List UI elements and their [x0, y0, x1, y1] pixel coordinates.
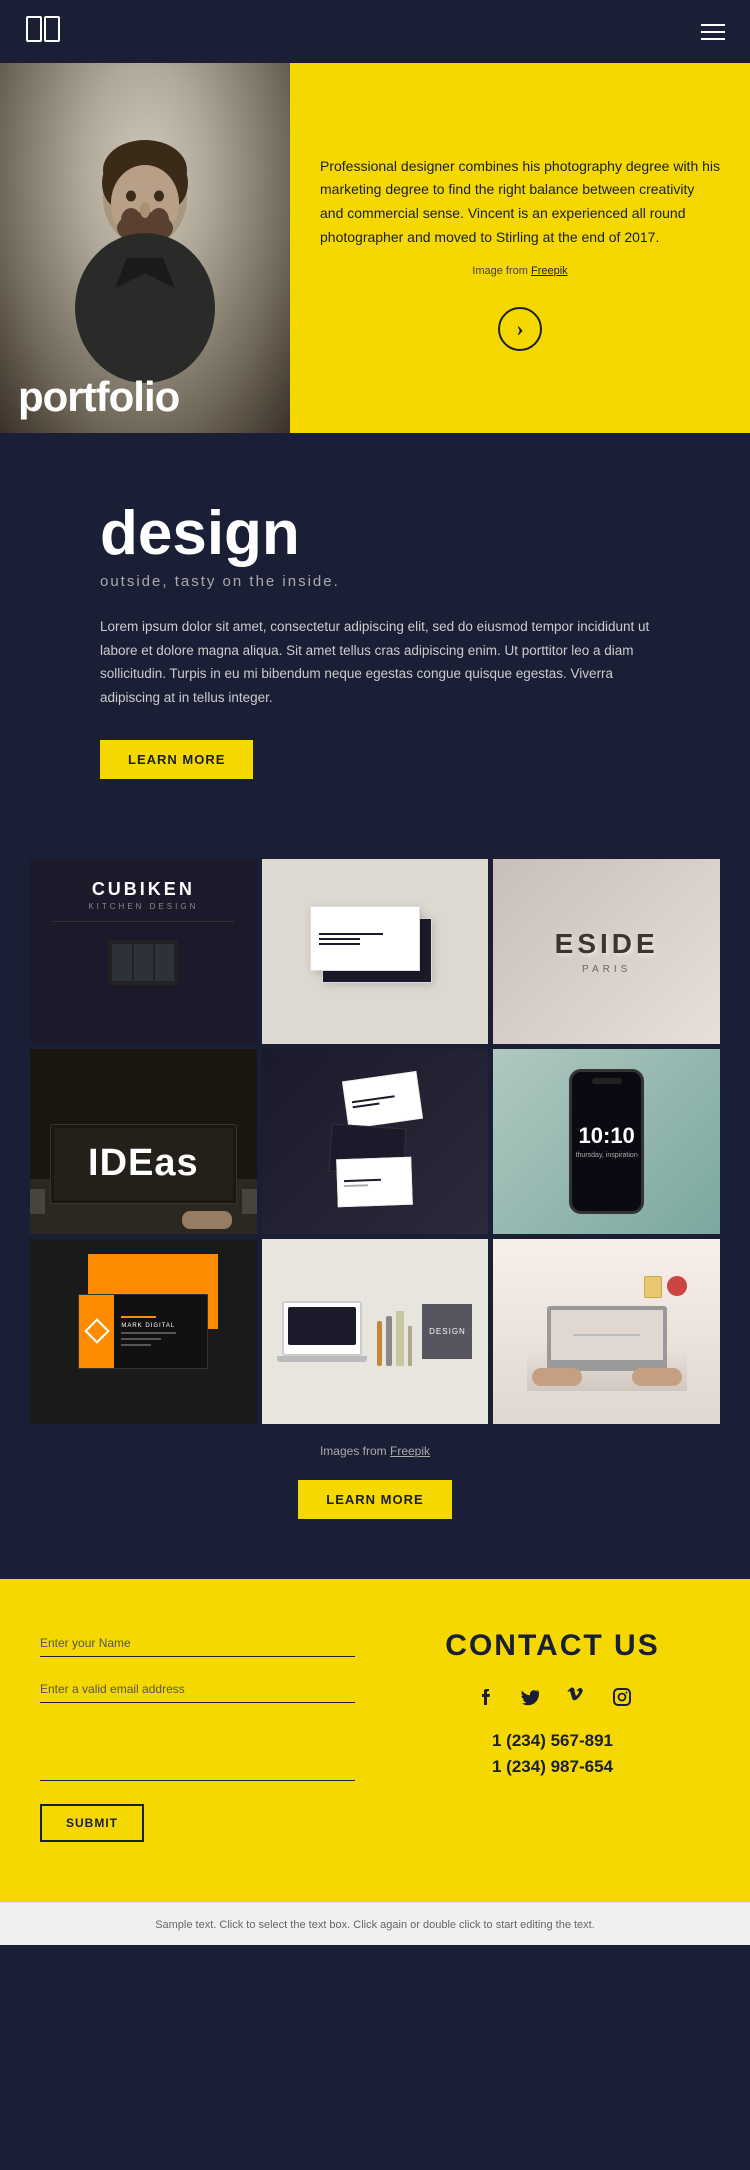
- grid-container: CUBIKEN KITCHEN DESIGN: [30, 859, 720, 1424]
- email-input[interactable]: [40, 1675, 355, 1703]
- grid-item-bc-orange[interactable]: MARK DIGITAL: [30, 1239, 257, 1424]
- portfolio-label: portfolio: [18, 373, 179, 420]
- design-subtitle: outside, tasty on the inside.: [100, 573, 650, 590]
- grid-item-business-cards-dark[interactable]: [262, 1049, 489, 1234]
- grid-item-cubiken[interactable]: CUBIKEN KITCHEN DESIGN: [30, 859, 257, 1044]
- cubiken-subtitle: KITCHEN DESIGN: [88, 902, 198, 911]
- social-icons: [470, 1683, 636, 1711]
- contact-section: SUBMIT CONTACT US 1 (234) 567-891 1 (234…: [0, 1579, 750, 1902]
- image-credit: Image from Freepik: [320, 262, 720, 281]
- design-section: design outside, tasty on the inside. Lor…: [0, 433, 750, 839]
- facebook-icon[interactable]: [470, 1683, 498, 1711]
- grid-image-credit: Images from Freepik: [320, 1444, 430, 1458]
- phone-numbers: 1 (234) 567-891 1 (234) 987-654: [492, 1731, 613, 1777]
- name-field: [40, 1629, 355, 1657]
- email-field: [40, 1675, 355, 1703]
- eside-text: ESIDE: [555, 928, 659, 960]
- portfolio-grid: CUBIKEN KITCHEN DESIGN: [0, 839, 750, 1579]
- header: [0, 0, 750, 63]
- phone-time: 10:10: [579, 1123, 635, 1149]
- hero-description: Professional designer combines his photo…: [320, 155, 720, 250]
- grid-item-eside[interactable]: ESIDE PARIS: [493, 859, 720, 1044]
- freepik-link[interactable]: Freepik: [531, 265, 568, 277]
- phone-date: thursday, inspiration: [576, 1152, 638, 1159]
- grid-footer: Images from Freepik: [30, 1424, 720, 1468]
- learn-more-button-2[interactable]: LEARN MORE: [298, 1480, 451, 1519]
- bc-name: MARK DIGITAL: [121, 1323, 176, 1329]
- hero-section: portfolio Professional designer combines…: [0, 63, 750, 433]
- eside-sub: PARIS: [582, 964, 631, 975]
- grid-item-stationery[interactable]: DESIGN: [262, 1239, 489, 1424]
- grid-freepik-link[interactable]: Freepik: [390, 1444, 430, 1458]
- grid-item-ideas[interactable]: IDEas: [30, 1049, 257, 1234]
- contact-form: SUBMIT: [40, 1629, 355, 1842]
- menu-icon[interactable]: [701, 24, 725, 40]
- logo-icon[interactable]: [25, 15, 61, 48]
- grid-item-business-cards-1[interactable]: [262, 859, 489, 1044]
- hero-text: Professional designer combines his photo…: [290, 63, 750, 433]
- editor-bar-text: Sample text. Click to select the text bo…: [155, 1919, 595, 1931]
- learn-more-button-1[interactable]: LEARN MORE: [100, 740, 253, 779]
- grid-item-phone[interactable]: 10:10 thursday, inspiration: [493, 1049, 720, 1234]
- contact-title: CONTACT US: [445, 1629, 659, 1663]
- name-input[interactable]: [40, 1629, 355, 1657]
- vimeo-icon[interactable]: [562, 1683, 590, 1711]
- hero-photo: portfolio: [0, 63, 290, 433]
- grid-item-laptop-desk[interactable]: [493, 1239, 720, 1424]
- cubiken-title: CUBIKEN: [92, 879, 195, 900]
- arrow-button[interactable]: ›: [498, 307, 542, 351]
- submit-button[interactable]: SUBMIT: [40, 1804, 144, 1842]
- phone-2: 1 (234) 987-654: [492, 1757, 613, 1777]
- design-title: design: [100, 503, 650, 565]
- grid-footer-btn: LEARN MORE: [30, 1468, 720, 1559]
- phone-1: 1 (234) 567-891: [492, 1731, 613, 1751]
- phone-shape: 10:10 thursday, inspiration: [569, 1069, 644, 1214]
- twitter-icon[interactable]: [516, 1683, 544, 1711]
- editor-bar: Sample text. Click to select the text bo…: [0, 1902, 750, 1945]
- message-field: [40, 1721, 355, 1781]
- ideas-text: IDEas: [88, 1142, 199, 1185]
- design-body: Lorem ipsum dolor sit amet, consectetur …: [100, 615, 650, 710]
- message-textarea[interactable]: [40, 1721, 355, 1781]
- contact-info: CONTACT US 1 (234) 567-891 1 (234) 987-6…: [395, 1629, 710, 1842]
- instagram-icon[interactable]: [608, 1683, 636, 1711]
